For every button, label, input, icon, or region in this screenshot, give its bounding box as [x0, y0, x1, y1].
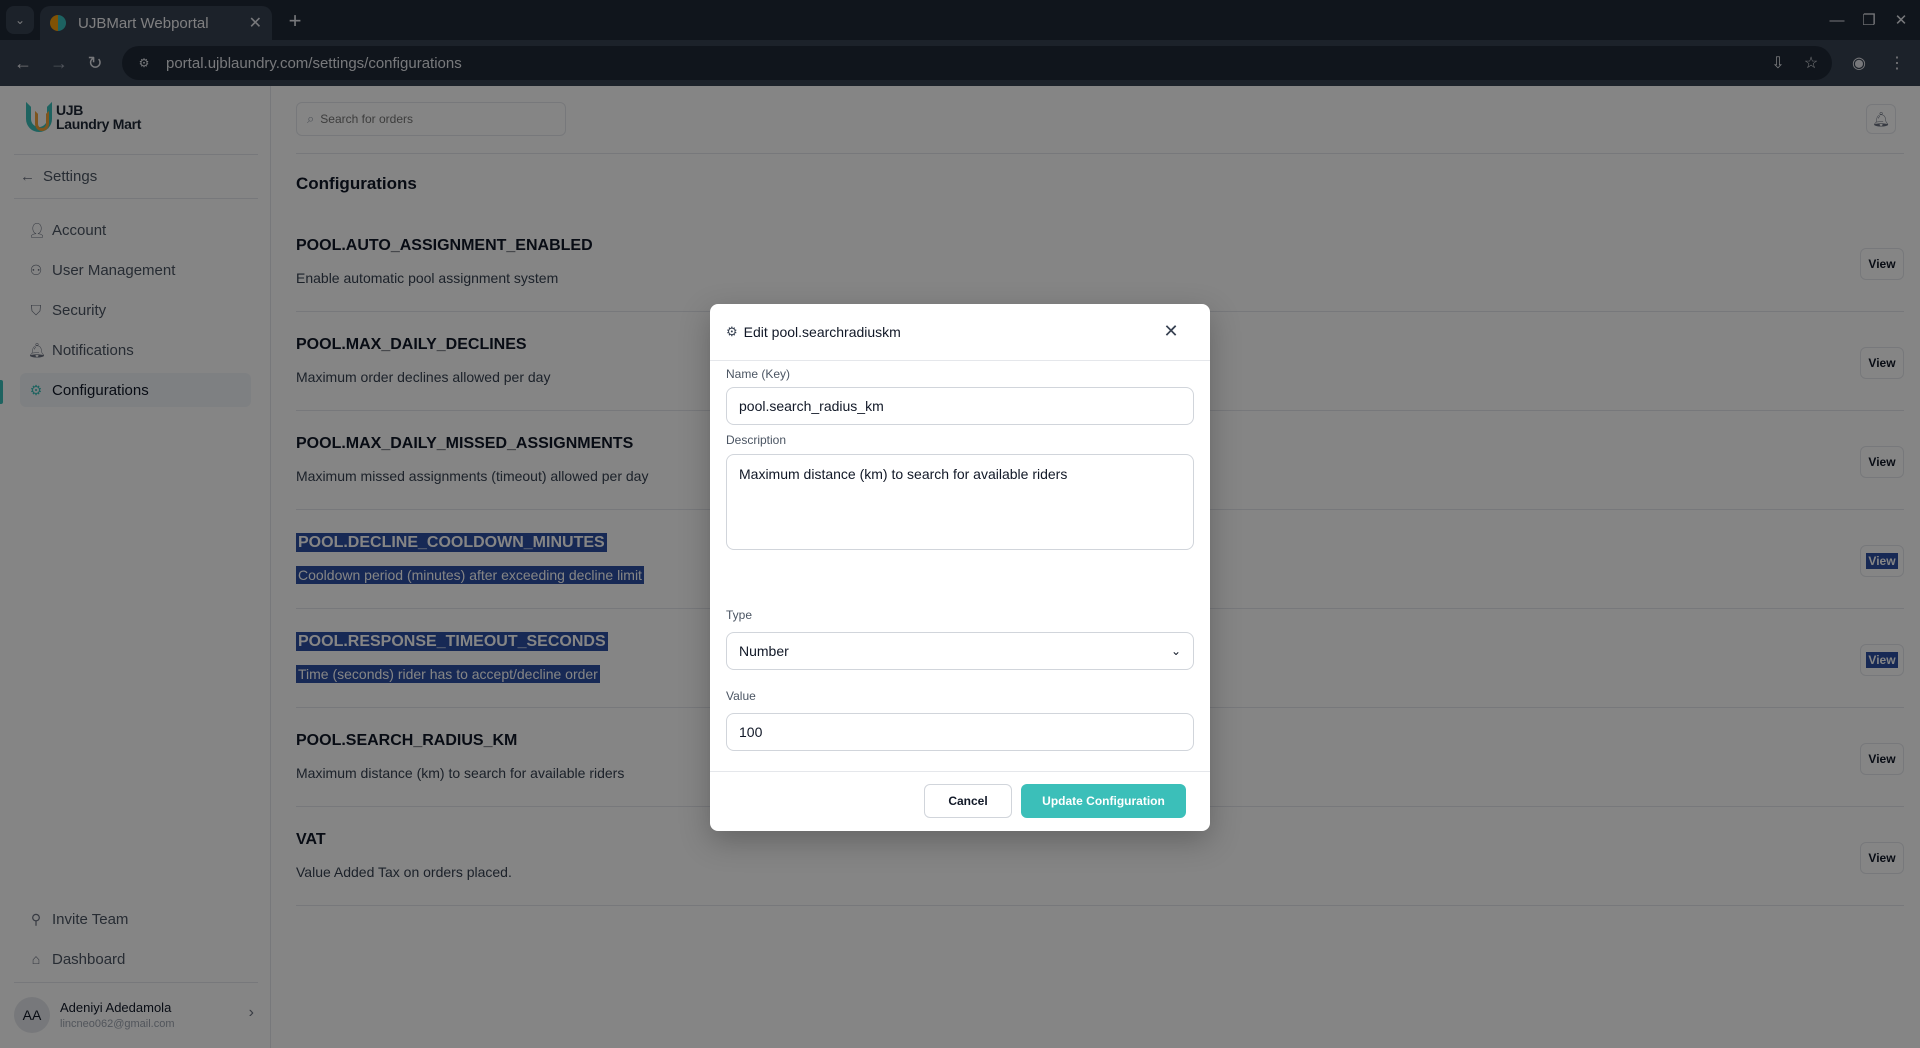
value-label: Value: [726, 689, 756, 703]
cancel-button[interactable]: Cancel: [924, 784, 1012, 818]
type-label: Type: [726, 608, 753, 622]
type-select-value: Number: [739, 643, 789, 659]
update-configuration-button[interactable]: Update Configuration: [1021, 784, 1186, 818]
gear-icon: ⚙: [726, 324, 738, 339]
modal-footer: Cancel Update Configuration: [710, 771, 1210, 831]
modal-title: Edit pool.searchradiuskm: [743, 324, 901, 340]
type-select[interactable]: Number ⌄: [726, 632, 1194, 670]
description-label: Description: [726, 433, 787, 447]
name-key-label: Name (Key): [726, 367, 791, 381]
name-key-input[interactable]: [726, 387, 1194, 425]
close-icon[interactable]: ✕: [1160, 320, 1182, 342]
edit-config-modal: ⚙ Edit pool.searchradiuskm ✕ Name (Key) …: [710, 304, 1210, 831]
description-textarea[interactable]: Maximum distance (km) to search for avai…: [726, 454, 1194, 550]
modal-header: ⚙ Edit pool.searchradiuskm ✕: [710, 304, 1210, 361]
chevron-down-icon: ⌄: [1170, 644, 1181, 658]
value-input[interactable]: [726, 713, 1194, 751]
